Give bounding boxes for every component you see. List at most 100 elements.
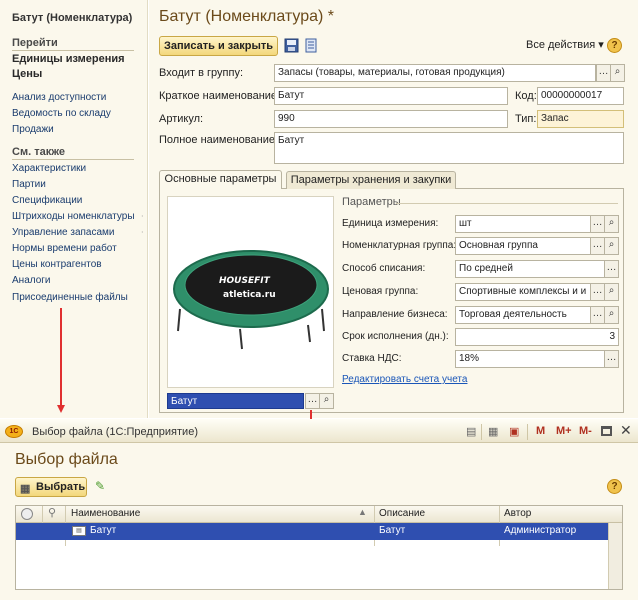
sidebar-item-specifications[interactable]: Спецификации — [12, 195, 82, 206]
nomenclature-group-field[interactable]: Основная группа — [455, 237, 591, 255]
vat-rate-field[interactable]: 18% — [455, 350, 605, 368]
article-field[interactable]: 990 — [274, 110, 508, 128]
sidebar-item-inventory-management[interactable]: Управление запасами — [12, 227, 115, 238]
unit-open-icon[interactable]: ⌕ — [604, 215, 619, 233]
nomenclature-group-label: Номенклатурная группа: — [342, 240, 457, 251]
tab-main-parameters[interactable]: Основные параметры — [159, 170, 282, 189]
sidebar-item-availability[interactable]: Анализ доступности — [12, 92, 106, 103]
sort-asc-icon[interactable]: ▲ — [358, 507, 367, 517]
save-and-close-button[interactable]: Записать и закрыть — [159, 36, 278, 56]
nomenclature-group-select-button[interactable]: … — [590, 237, 605, 255]
goto-header: Перейти — [12, 37, 58, 49]
memory-m-button[interactable]: M — [536, 425, 545, 437]
help-icon[interactable]: ? — [607, 38, 622, 53]
image-open-icon[interactable]: ⌕ — [319, 393, 334, 409]
form-title: Батут (Номенклатура) * — [159, 8, 335, 25]
goto-divider — [12, 50, 134, 51]
document-list-icon[interactable] — [305, 38, 321, 54]
sidebar-item-work-time-norms[interactable]: Нормы времени работ — [12, 243, 117, 254]
image-brand-text: HOUSEFIT — [219, 276, 271, 286]
all-actions-menu[interactable]: Все действия ▾ — [526, 38, 604, 51]
window-caption: Выбор файла (1С:Предприятие) — [32, 426, 198, 438]
more-dot-icon: ⋅ — [141, 212, 144, 221]
group-open-icon[interactable]: ⌕ — [610, 64, 625, 82]
code-field[interactable]: 00000000017 — [537, 87, 624, 105]
select-button-label: Выбрать — [36, 481, 86, 493]
toolbar-divider — [481, 424, 482, 440]
column-divider — [42, 506, 43, 523]
save-icon[interactable] — [284, 38, 300, 54]
price-group-label: Ценовая группа: — [342, 286, 419, 297]
sidebar-item-batches[interactable]: Партии — [12, 179, 46, 190]
params-group-divider — [396, 203, 618, 204]
full-name-field[interactable]: Батут — [274, 132, 624, 164]
product-image: HOUSEFIT atletica.ru — [167, 196, 334, 388]
file-icon: ▤ — [72, 526, 86, 536]
edit-pencil-icon[interactable]: ✎ — [95, 479, 105, 493]
memory-minus-button[interactable]: M- — [579, 425, 592, 437]
memory-plus-button[interactable]: M+ — [556, 425, 572, 437]
business-direction-label: Направление бизнеса: — [342, 309, 448, 320]
sidebar-title: Батут (Номенклатура) — [12, 12, 133, 24]
short-name-label: Краткое наименование: — [159, 90, 281, 102]
business-direction-field[interactable]: Торговая деятельность — [455, 306, 591, 324]
calculator-icon[interactable]: ▦ — [488, 425, 498, 438]
sidebar-item-contractor-prices[interactable]: Цены контрагентов — [12, 259, 102, 270]
table-cell-name: Батут — [90, 525, 117, 536]
unit-field[interactable]: шт — [455, 215, 591, 233]
sidebar-item-barcodes[interactable]: Штрихкоды номенклатуры — [12, 211, 135, 222]
column-header-description[interactable]: Описание — [379, 506, 425, 523]
close-icon[interactable]: ✕ — [620, 422, 632, 439]
tab-storage-purchase[interactable]: Параметры хранения и закупки — [286, 171, 456, 189]
group-select-button[interactable]: … — [596, 64, 611, 82]
sidebar-item-units[interactable]: Единицы измерения — [12, 53, 125, 65]
table-cell-description: Батут — [379, 525, 406, 536]
write-off-method-select-button[interactable]: … — [604, 260, 619, 278]
short-name-field[interactable]: Батут — [274, 87, 508, 105]
image-caption-field[interactable]: Батут — [167, 393, 304, 409]
vat-rate-select-button[interactable]: … — [604, 350, 619, 368]
edit-accounts-link[interactable]: Редактировать счета учета — [342, 374, 467, 385]
toolbar-divider — [527, 424, 528, 440]
group-field[interactable]: Запасы (товары, материалы, готовая проду… — [274, 64, 596, 82]
execution-term-label: Срок исполнения (дн.): — [342, 331, 449, 342]
business-direction-open-icon[interactable]: ⌕ — [604, 306, 619, 324]
type-field[interactable]: Запас — [537, 110, 624, 128]
type-label: Тип: — [515, 113, 537, 125]
sidebar-item-characteristics[interactable]: Характеристики — [12, 163, 86, 174]
sidebar-item-prices[interactable]: Цены — [12, 68, 42, 80]
write-off-method-field[interactable]: По средней — [455, 260, 605, 278]
select-document-icon: ▦ — [20, 483, 31, 495]
image-site-text: atletica.ru — [223, 290, 276, 300]
table-cell-author: Администратор — [504, 525, 577, 536]
column-header-name[interactable]: Наименование — [71, 506, 140, 523]
copy-icon[interactable]: ▤ — [466, 425, 476, 438]
status-column-icon — [21, 508, 33, 520]
full-name-label: Полное наименование: — [159, 134, 279, 146]
execution-term-field[interactable]: 3 — [455, 328, 619, 346]
column-header-author[interactable]: Автор — [504, 506, 531, 523]
annotation-arrow-line — [60, 308, 62, 406]
business-direction-select-button[interactable]: … — [590, 306, 605, 324]
nomenclature-group-open-icon[interactable]: ⌕ — [604, 237, 619, 255]
group-label: Входит в группу: — [159, 67, 243, 79]
sidebar-item-stock-report[interactable]: Ведомость по складу — [12, 108, 111, 119]
sidebar-item-analogs[interactable]: Аналоги — [12, 275, 51, 286]
help-icon[interactable]: ? — [607, 479, 622, 494]
price-group-open-icon[interactable]: ⌕ — [604, 283, 619, 301]
calendar-icon[interactable]: ▣ — [509, 425, 519, 438]
select-button[interactable]: ▦ Выбрать — [15, 477, 87, 497]
table-scrollbar[interactable] — [608, 523, 622, 589]
sidebar-item-attached-files[interactable]: Присоединенные файлы — [12, 292, 128, 303]
app-logo-icon: 1С — [5, 425, 23, 438]
unit-select-button[interactable]: … — [590, 215, 605, 233]
write-off-method-label: Способ списания: — [342, 263, 426, 274]
code-label: Код: — [515, 90, 537, 102]
image-select-button[interactable]: … — [305, 393, 320, 409]
vat-rate-label: Ставка НДС: — [342, 353, 402, 364]
price-group-select-button[interactable]: … — [590, 283, 605, 301]
sidebar-item-sales[interactable]: Продажи — [12, 124, 54, 135]
article-label: Артикул: — [159, 113, 204, 125]
maximize-icon[interactable] — [601, 426, 612, 436]
price-group-field[interactable]: Спортивные комплексы и и — [455, 283, 591, 301]
